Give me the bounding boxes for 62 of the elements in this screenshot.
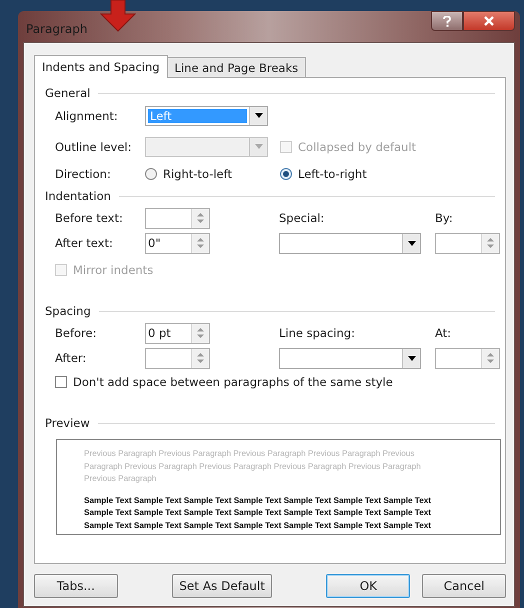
field-label: Before:: [55, 326, 98, 340]
checkbox-label: Collapsed by default: [298, 140, 416, 154]
caret-icon: [408, 240, 416, 246]
field-label: After:: [55, 351, 88, 365]
down-arrow-icon: [100, 0, 136, 32]
field-label: Outline level:: [55, 140, 132, 154]
field-label: At:: [435, 326, 452, 340]
field-label: Alignment:: [55, 108, 119, 122]
spin-box[interactable]: [145, 208, 210, 228]
dialog-button[interactable]: Cancel: [422, 574, 506, 598]
field-label: Line spacing:: [279, 326, 356, 340]
caret-icon: [254, 144, 262, 149]
preview-previous-text: Paragraph Previous Paragraph Previous Paragraph Previous Paragraph Previous Paragraph: [84, 460, 422, 473]
spin-box[interactable]: 0 pt: [145, 322, 210, 344]
spin-arrows-icon: [487, 352, 494, 364]
preview-sample-text: Sample Text Sample Text Sample Text Sample Text Sample Text Sample Text Sample Text: [84, 494, 432, 507]
spin-box[interactable]: 0": [145, 232, 210, 254]
caret-icon: [254, 113, 262, 118]
caret-icon: [408, 356, 416, 360]
dialog-button[interactable]: Set As Default: [172, 574, 272, 598]
preview-previous-text: Previous Paragraph Previous Paragraph Previous Paragraph Previous Paragraph Previous: [84, 448, 416, 460]
dialog-button[interactable]: Tabs...: [34, 574, 118, 598]
field-label: Direction:: [55, 166, 112, 180]
radio-button[interactable]: [145, 168, 157, 180]
preview-sample-text: Sample Text Sample Text Sample Text Sample Text Sample Text Sample Text Sample Text: [84, 520, 432, 532]
spin-arrows-icon: [197, 327, 204, 339]
radio-label: Right-to-left: [163, 166, 232, 180]
field-label: Before text:: [55, 211, 124, 225]
spin-arrows-icon: [487, 237, 494, 249]
help-icon: [443, 16, 451, 26]
field-label: Special:: [279, 211, 326, 225]
tab[interactable]: Line and Page Breaks: [166, 57, 306, 77]
spin-box[interactable]: [435, 232, 500, 254]
radio-label: Left-to-right: [298, 166, 367, 180]
help-button[interactable]: [431, 11, 463, 31]
spin-arrows-icon: [197, 237, 204, 249]
spin-arrows-icon: [197, 352, 204, 364]
dropdown-value: Left: [148, 108, 247, 122]
close-button[interactable]: [463, 11, 515, 31]
special-dropdown[interactable]: [279, 232, 421, 254]
spin-box[interactable]: [435, 348, 500, 368]
spin-arrows-icon: [197, 212, 204, 224]
close-icon: [484, 16, 494, 26]
section-heading: Indentation: [45, 189, 112, 203]
preview-sample-text: Sample Text Sample Text Sample Text Sample Text Sample Text Sample Text Sample Text: [84, 507, 432, 519]
checkbox-label: Don't add space between paragraphs of the same style: [73, 375, 393, 389]
spin-value: 0": [147, 234, 162, 252]
section-heading: Preview: [45, 416, 91, 430]
field-label: By:: [435, 211, 454, 225]
preview-previous-text: Previous Paragraph: [84, 473, 158, 485]
radio-button[interactable]: [280, 168, 292, 180]
field-label: After text:: [55, 236, 114, 250]
spin-box[interactable]: [145, 348, 210, 368]
checkbox[interactable]: [55, 376, 67, 388]
section-heading: Spacing: [45, 304, 92, 318]
dialog-button[interactable]: OK: [326, 574, 410, 598]
checkbox-label: Mirror indents: [73, 263, 154, 277]
window-title: Paragraph: [25, 22, 88, 36]
tab[interactable]: Indents and Spacing: [34, 55, 168, 78]
spin-value: 0 pt: [147, 324, 172, 342]
line-spacing-dropdown[interactable]: [279, 348, 421, 368]
section-heading: General: [45, 86, 92, 100]
